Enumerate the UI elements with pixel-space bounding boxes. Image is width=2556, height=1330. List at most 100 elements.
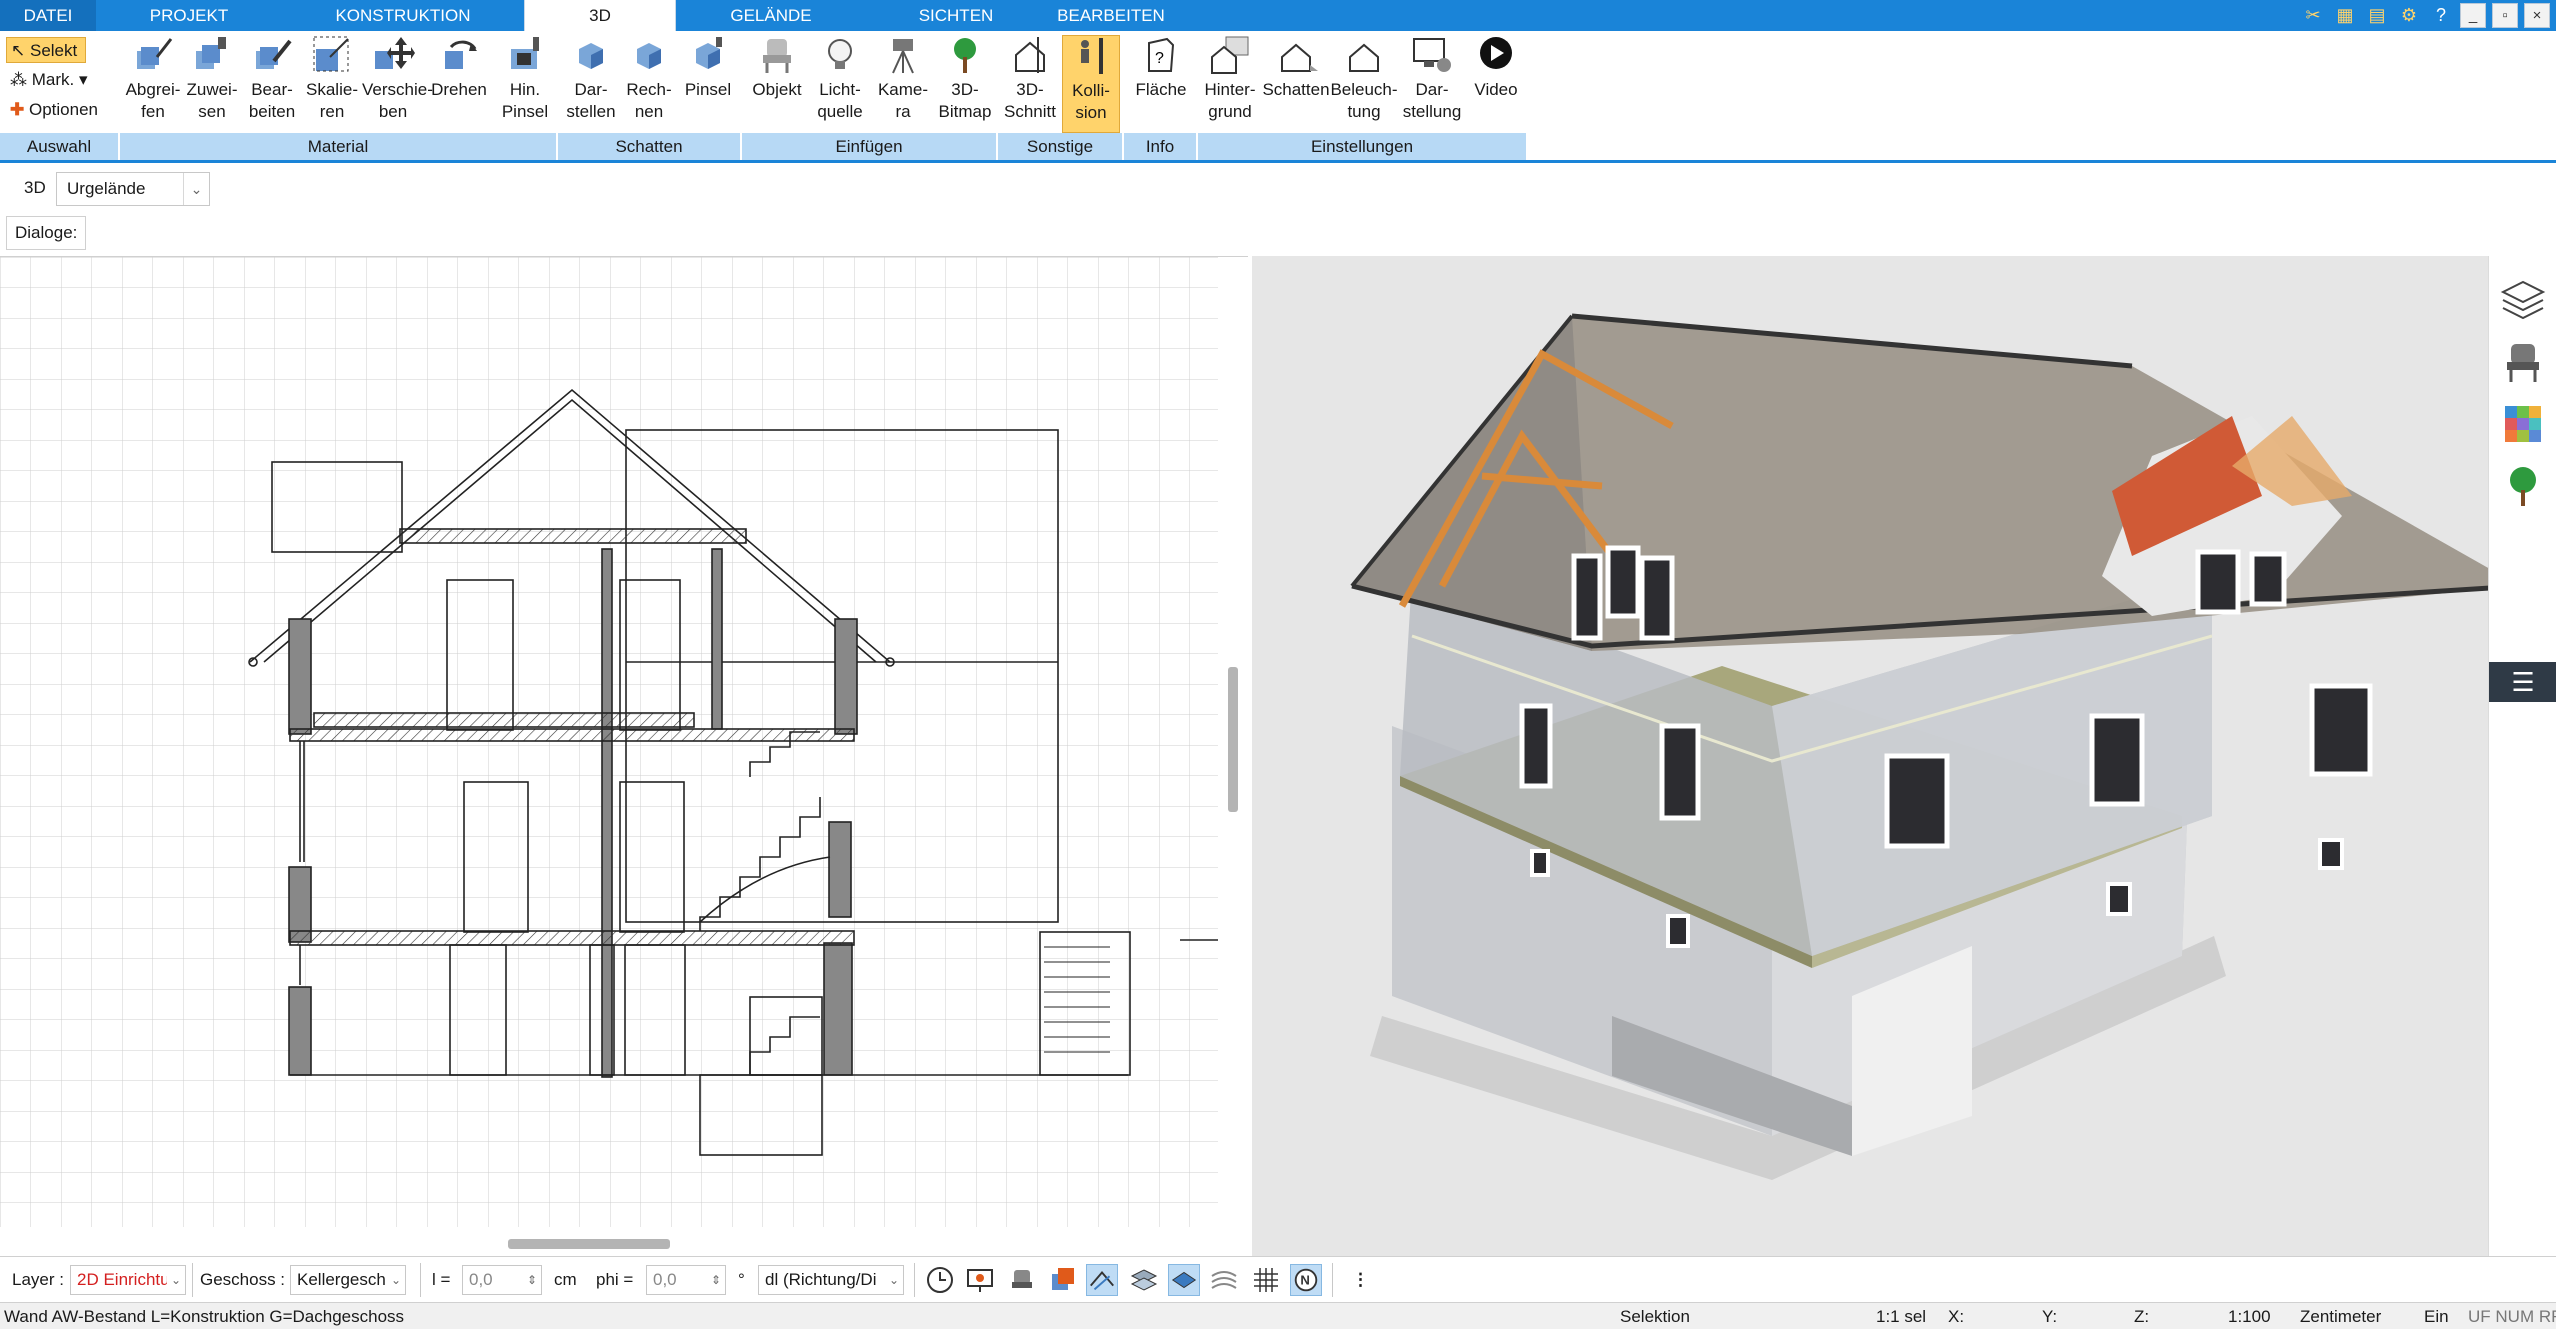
more-options-icon[interactable]: ⋮: [1352, 1257, 1369, 1303]
length-input[interactable]: 0,0 ⇕: [462, 1265, 542, 1295]
menu-tab-sichten[interactable]: SICHTEN: [866, 0, 1046, 31]
objects-icon[interactable]: [1006, 1264, 1038, 1296]
menu-tab-konstruktion[interactable]: KONSTRUKTION: [282, 0, 524, 31]
materials-palette-icon[interactable]: [2499, 400, 2547, 448]
group-info: ? Fläche Info: [1124, 31, 1198, 160]
status-scale: 1:100: [2228, 1307, 2271, 1326]
section-view-2d[interactable]: [0, 256, 1248, 1256]
schatten-rechnen-button[interactable]: Rech- nen: [620, 35, 678, 133]
video-button[interactable]: Video: [1466, 35, 1526, 133]
layer-select[interactable]: 2D Einrichtu ⌄: [70, 1265, 186, 1295]
house-shadow-icon: [1281, 43, 1318, 72]
geschoss-select[interactable]: Kellergesch ⌄: [290, 1265, 406, 1295]
verschieben-button[interactable]: Verschie- ben: [362, 35, 433, 133]
spinner-icon[interactable]: ⇕: [523, 1266, 541, 1294]
3d-bitmap-button[interactable]: 3D- Bitmap: [934, 35, 996, 133]
group-material: Abgrei- fen Zuwei- sen Bear- beiten Skal…: [120, 31, 558, 160]
area-info-icon: ?: [1148, 37, 1175, 72]
phi-label: phi =: [596, 1270, 634, 1289]
tree-icon: [954, 38, 976, 73]
status-z: Z:: [2134, 1307, 2150, 1326]
presentation-icon[interactable]: [964, 1264, 996, 1296]
options-button[interactable]: ✚ Optionen: [6, 97, 98, 123]
vertical-scrollbar-thumb[interactable]: [1228, 667, 1238, 812]
schatten-darstellen-button[interactable]: Dar- stellen: [562, 35, 620, 133]
rotate-icon: [445, 40, 477, 69]
eyedropper-icon: [137, 38, 173, 69]
spinner-icon[interactable]: ⇕: [707, 1266, 725, 1294]
menu-tab-projekt[interactable]: PROJEKT: [96, 0, 282, 31]
terrain-row: 3D Urgelände ⌄: [0, 166, 2556, 212]
menu-tab-gelaende[interactable]: GELÄNDE: [676, 0, 866, 31]
layers-icon[interactable]: [2499, 276, 2547, 324]
menu-tab-bearbeiten[interactable]: BEARBEITEN: [1046, 0, 1176, 31]
restore-button[interactable]: ▫: [2492, 3, 2518, 28]
beleuchtung-button[interactable]: Beleuch- tung: [1330, 35, 1398, 133]
status-bar: Wand AW-Bestand L=Konstruktion G=Dachges…: [0, 1302, 2556, 1329]
house-3d-render: [1350, 313, 2488, 1180]
mark-tool[interactable]: ⁂ Mark. ▾: [6, 67, 88, 93]
schatten-settings-button[interactable]: Schatten: [1262, 35, 1330, 133]
grid-icon[interactable]: [1250, 1264, 1282, 1296]
direction-select[interactable]: dl (Richtung/Di ⌄: [758, 1265, 904, 1295]
cube-shadow-icon: [579, 43, 603, 69]
separator: [420, 1263, 421, 1297]
bottom-toolbar: Layer : 2D Einrichtu ⌄ Geschoss : Kellerg…: [0, 1256, 2556, 1302]
wall-hatch-icon[interactable]: [1128, 1264, 1160, 1296]
camera-icon: [892, 39, 914, 74]
3d-view[interactable]: [1252, 256, 2488, 1256]
close-button[interactable]: ×: [2524, 3, 2550, 28]
status-unit: Zentimeter: [2300, 1307, 2382, 1326]
phi-input[interactable]: 0,0 ⇕: [646, 1265, 726, 1295]
schatten-pinsel-button[interactable]: Pinsel: [678, 35, 738, 133]
layers-quick-icon[interactable]: ▦: [2332, 3, 2358, 28]
group-label-sonstige: Sonstige: [998, 133, 1124, 160]
house-light-icon: [1349, 43, 1379, 72]
chevron-down-icon: ⌄: [885, 1266, 903, 1294]
play-icon: [1480, 37, 1512, 69]
drehen-button[interactable]: Drehen: [424, 35, 494, 133]
edit-material-icon: [256, 39, 292, 69]
select-tool[interactable]: ↖ Selekt: [6, 37, 86, 63]
hamburger-menu-icon[interactable]: ☰: [2489, 662, 2556, 702]
menu-tab-3d[interactable]: 3D: [524, 0, 676, 31]
furniture-icon[interactable]: [2499, 338, 2547, 386]
menu-tab-datei[interactable]: DATEI: [0, 0, 96, 31]
skalieren-button[interactable]: Skalie- ren: [302, 35, 362, 133]
north-icon[interactable]: N: [1290, 1264, 1322, 1296]
horizontal-scrollbar-thumb[interactable]: [508, 1239, 670, 1249]
plants-icon[interactable]: [2499, 462, 2547, 510]
minimize-button[interactable]: _: [2460, 3, 2486, 28]
phi-unit: °: [738, 1270, 745, 1289]
3d-schnitt-button[interactable]: 3D- Schnitt: [1000, 35, 1060, 133]
print-icon[interactable]: ▤: [2364, 3, 2390, 28]
svg-text:N: N: [1300, 1273, 1309, 1288]
kollision-button[interactable]: Kolli- sion: [1062, 35, 1120, 133]
copy-icon[interactable]: [1046, 1264, 1078, 1296]
menu-bar: DATEI PROJEKT KONSTRUKTION 3D GELÄNDE SI…: [0, 0, 2556, 31]
hin-pinsel-button[interactable]: Hin. Pinsel: [494, 35, 556, 133]
darstellung-button[interactable]: Dar- stellung: [1398, 35, 1466, 133]
lichtquelle-button[interactable]: Licht- quelle: [808, 35, 872, 133]
chevron-down-icon: ⌄: [167, 1266, 185, 1294]
abgreifen-button[interactable]: Abgrei- fen: [122, 35, 184, 133]
zuweisen-button[interactable]: Zuwei- sen: [182, 35, 242, 133]
chair-icon: [763, 39, 791, 73]
collision-person-icon: [1081, 38, 1103, 74]
bearbeiten-button[interactable]: Bear- beiten: [242, 35, 302, 133]
flaeche-button[interactable]: ? Fläche: [1128, 35, 1194, 133]
terrain-combo[interactable]: Urgelände ⌄: [56, 172, 210, 206]
kamera-button[interactable]: Kame- ra: [872, 35, 934, 133]
window-controls: ✂ ▦ ▤ ⚙ ? _ ▫ ×: [2300, 3, 2550, 28]
settings-icon[interactable]: ⚙: [2396, 3, 2422, 28]
tools-icon[interactable]: ✂: [2300, 3, 2326, 28]
floor-plane-icon[interactable]: [1168, 1264, 1200, 1296]
status-selection: 1:1 sel: [1876, 1307, 1927, 1326]
group-sonstige: 3D- Schnitt Kolli- sion Sonstige: [998, 31, 1124, 160]
objekt-button[interactable]: Objekt: [746, 35, 808, 133]
help-icon[interactable]: ?: [2428, 3, 2454, 28]
hintergrund-button[interactable]: Hinter- grund: [1198, 35, 1262, 133]
terrain-layers-icon[interactable]: [1208, 1264, 1240, 1296]
roof-view-icon[interactable]: [1086, 1264, 1118, 1296]
clock-icon[interactable]: [924, 1264, 956, 1296]
